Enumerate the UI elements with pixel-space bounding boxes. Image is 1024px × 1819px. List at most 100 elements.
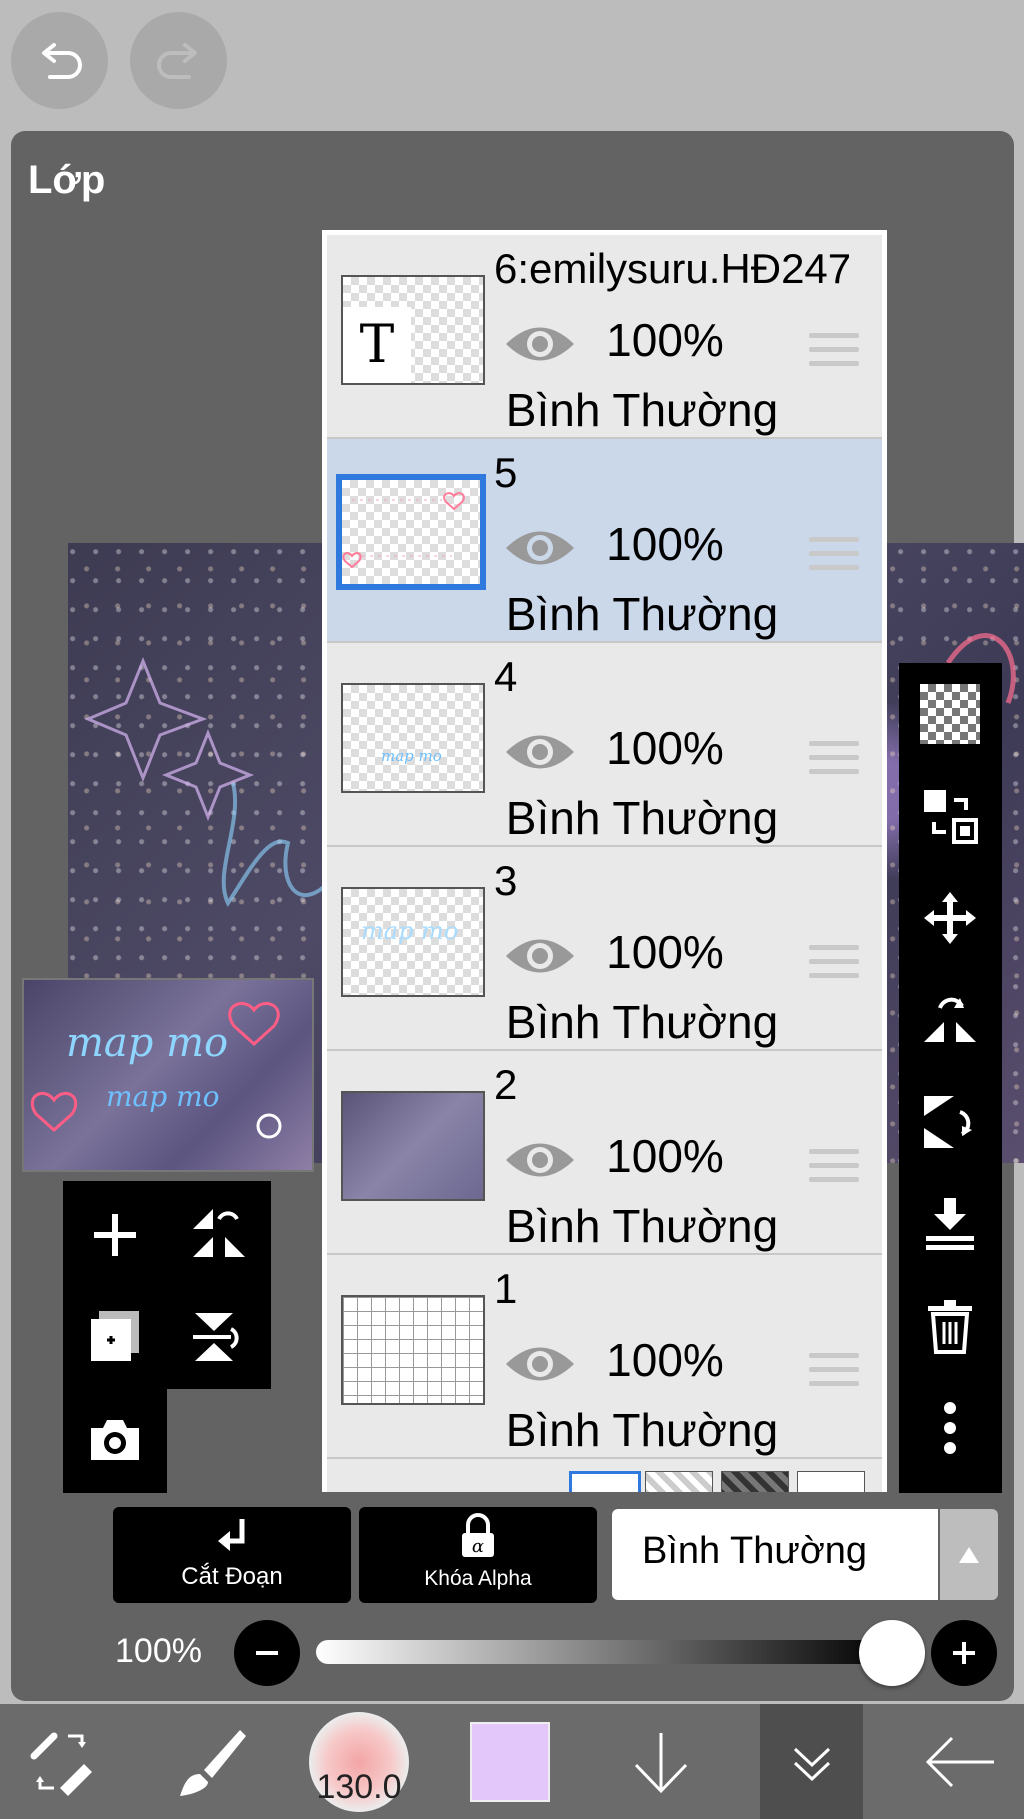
layer-row-5[interactable]: 5 100% Bình Thường: [327, 439, 882, 643]
opacity-value-label: 100%: [115, 1632, 202, 1670]
lock-icon: α: [462, 1513, 494, 1557]
flip-horizontal-canvas-button[interactable]: [184, 1200, 254, 1270]
opacity-slider-track[interactable]: [316, 1640, 890, 1664]
clipping-label: Cắt Đoạn: [181, 1563, 283, 1590]
layer-opacity: 100%: [606, 1130, 724, 1182]
double-chevron-down-icon: [793, 1747, 830, 1781]
eye-icon[interactable]: [502, 727, 578, 777]
layer-name: 6:emilysuru.HĐ247: [494, 245, 852, 292]
layer-opacity: 100%: [606, 722, 724, 774]
back-button[interactable]: [910, 1704, 1010, 1819]
swap-layer-button[interactable]: [915, 781, 985, 851]
triangle-up-icon: [959, 1546, 979, 1563]
layer-list[interactable]: T 6:emilysuru.HĐ247 100% Bình Thường 5 1…: [322, 230, 887, 1492]
alpha-lock-button[interactable]: α Khóa Alpha: [359, 1507, 597, 1603]
brush-size-indicator: 130.0: [309, 1711, 409, 1812]
layer-row-3[interactable]: map mo 3 100% Bình Thường: [327, 847, 882, 1051]
drag-handle-icon[interactable]: [809, 741, 859, 781]
preview-subtitle-text: map mo: [106, 1080, 220, 1113]
drag-handle-icon[interactable]: [809, 1353, 859, 1393]
merge-down-button[interactable]: [915, 1189, 985, 1259]
checkerboard-icon: [920, 684, 980, 744]
svg-text:α: α: [472, 1536, 484, 1557]
brush-tool-button[interactable]: [160, 1704, 260, 1819]
layer-thumbnail: [341, 1295, 485, 1405]
paper-checker-swatch[interactable]: [645, 1471, 713, 1492]
layer-row-4[interactable]: map mo 4 100% Bình Thường: [327, 643, 882, 847]
text-layer-icon: T: [343, 307, 411, 383]
layer-name: 4: [494, 653, 518, 700]
logo-icon: [256, 1113, 282, 1139]
canvas-preview[interactable]: map mo map mo: [22, 978, 314, 1172]
panel-title: Lớp: [28, 158, 106, 202]
opacity-increase-button[interactable]: [931, 1620, 997, 1686]
layer-opacity: 100%: [606, 314, 724, 366]
paper-row[interactable]: [327, 1459, 882, 1492]
drag-handle-icon[interactable]: [809, 945, 859, 985]
merge-down-icon: [926, 1198, 974, 1250]
flip-horizontal-button[interactable]: [915, 985, 985, 1055]
tool-switch-button[interactable]: [10, 1704, 110, 1819]
plus-icon: [953, 1642, 975, 1664]
drag-handle-icon[interactable]: [809, 1149, 859, 1189]
layer-thumbnail: map mo: [341, 683, 485, 793]
flip-vertical-icon: [193, 1313, 239, 1361]
duplicate-layer-button[interactable]: [80, 1302, 150, 1372]
arrow-down-icon: [634, 1732, 688, 1793]
layer-thumbnail: [341, 1091, 485, 1201]
layers-panel-button[interactable]: [760, 1704, 863, 1819]
move-icon: [924, 892, 976, 944]
opacity-decrease-button[interactable]: [234, 1620, 300, 1686]
sparkle-decoration: [161, 728, 255, 822]
layer-blend-mode: Bình Thường: [505, 588, 779, 640]
layer-blend-mode: Bình Thường: [505, 996, 779, 1048]
layer-row-6[interactable]: T 6:emilysuru.HĐ247 100% Bình Thường: [327, 235, 882, 439]
eye-icon[interactable]: [502, 319, 578, 369]
eye-icon[interactable]: [502, 1135, 578, 1185]
drag-handle-icon[interactable]: [809, 537, 859, 577]
layer-row-1[interactable]: 1 100% Bình Thường: [327, 1255, 882, 1459]
more-options-button[interactable]: [915, 1393, 985, 1463]
neon-text-decoration: [221, 782, 330, 907]
undo-icon: [41, 42, 82, 79]
flip-vertical-canvas-button[interactable]: [184, 1302, 254, 1372]
layer-name: 5: [494, 449, 518, 496]
redo-button[interactable]: [130, 12, 227, 109]
eye-icon[interactable]: [502, 523, 578, 573]
layer-blend-mode: Bình Thường: [505, 1200, 779, 1252]
scroll-down-button[interactable]: [616, 1704, 706, 1819]
layer-opacity: 100%: [606, 1334, 724, 1386]
flip-horizontal-icon: [193, 1209, 245, 1257]
trash-icon: [928, 1300, 972, 1354]
delete-layer-button[interactable]: [915, 1291, 985, 1361]
move-layer-button[interactable]: [915, 883, 985, 953]
transparent-fill-button[interactable]: [915, 679, 985, 749]
import-photo-button[interactable]: [80, 1405, 150, 1475]
undo-button[interactable]: [11, 12, 108, 109]
opacity-slider-knob[interactable]: [859, 1620, 925, 1686]
layer-opacity: 100%: [606, 518, 724, 570]
drag-handle-icon[interactable]: [809, 333, 859, 373]
layer-thumbnail: T: [341, 275, 485, 385]
layer-name: 1: [494, 1265, 518, 1312]
brush-size-button[interactable]: 130.0: [304, 1704, 414, 1819]
duplicate-icon: [91, 1311, 139, 1361]
layer-row-2[interactable]: 2 100% Bình Thường: [327, 1051, 882, 1255]
brush-size-value: 130.0: [316, 1767, 402, 1806]
color-button[interactable]: [465, 1704, 555, 1819]
paper-white-swatch[interactable]: [569, 1471, 641, 1492]
paper-custom-swatch[interactable]: [797, 1471, 865, 1492]
eye-icon[interactable]: [502, 931, 578, 981]
swap-layers-icon: [924, 790, 978, 844]
current-color-swatch: [470, 1721, 550, 1802]
plus-icon: [94, 1214, 136, 1256]
add-layer-button[interactable]: [80, 1200, 150, 1270]
clipping-button[interactable]: Cắt Đoạn: [113, 1507, 351, 1603]
paper-dark-swatch[interactable]: [721, 1471, 789, 1492]
eye-icon[interactable]: [502, 1339, 578, 1389]
blend-mode-dropdown-button[interactable]: [940, 1509, 998, 1600]
blend-mode-value: Bình Thường: [642, 1530, 868, 1572]
minus-icon: [256, 1651, 278, 1655]
layer-tools-toolbar: [899, 663, 1002, 1493]
flip-vertical-button[interactable]: [915, 1087, 985, 1157]
